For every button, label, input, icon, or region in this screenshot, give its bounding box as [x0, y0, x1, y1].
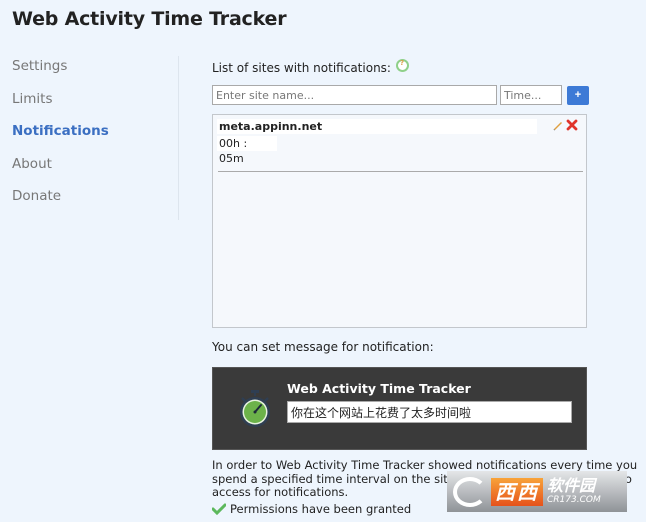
- time-input[interactable]: [500, 85, 562, 105]
- help-icon[interactable]: [395, 58, 409, 72]
- message-label: You can set message for notification:: [212, 340, 434, 354]
- watermark-text: 软件园 CR173.COM: [547, 478, 601, 505]
- checkmark-icon: [212, 503, 226, 515]
- sidebar-item-settings[interactable]: Settings: [12, 58, 172, 91]
- list-label-row: List of sites with notifications:: [212, 58, 592, 78]
- notification-message-input[interactable]: [287, 401, 572, 423]
- site-time: 00h : 05m: [217, 136, 277, 165]
- watermark-logo-icon: [453, 476, 487, 507]
- sidebar-item-limits[interactable]: Limits: [12, 91, 172, 124]
- add-site-row: +: [212, 85, 592, 105]
- site-name: meta.appinn.net: [217, 119, 537, 134]
- list-item: meta.appinn.net 00h : 05m: [217, 119, 583, 172]
- list-label: List of sites with notifications:: [212, 61, 391, 75]
- sidebar-divider: [178, 56, 179, 220]
- site-name-input[interactable]: [212, 85, 497, 105]
- sidebar: Settings Limits Notifications About Dona…: [12, 58, 172, 221]
- item-separator: [218, 171, 583, 172]
- app-title: Web Activity Time Tracker: [12, 8, 287, 30]
- pencil-icon[interactable]: [552, 119, 564, 131]
- preview-title: Web Activity Time Tracker: [287, 381, 471, 396]
- watermark-name: 软件园: [547, 476, 596, 495]
- delete-icon[interactable]: [566, 119, 578, 131]
- notification-sites-list: meta.appinn.net 00h : 05m: [212, 114, 587, 328]
- watermark-brand: 西西: [491, 477, 543, 506]
- watermark-overlay: 西西 软件园 CR173.COM: [447, 471, 627, 512]
- add-site-button[interactable]: +: [567, 85, 589, 105]
- sidebar-item-donate[interactable]: Donate: [12, 188, 172, 221]
- sidebar-item-about[interactable]: About: [12, 156, 172, 189]
- permission-status: Permissions have been granted: [230, 501, 412, 516]
- notification-preview: Web Activity Time Tracker: [212, 367, 587, 450]
- item-actions: [552, 119, 578, 131]
- watermark-url: CR173.COM: [547, 495, 601, 505]
- stopwatch-icon: [240, 390, 270, 427]
- sidebar-item-notifications[interactable]: Notifications: [12, 123, 172, 156]
- notifications-panel: List of sites with notifications: + meta…: [212, 58, 637, 516]
